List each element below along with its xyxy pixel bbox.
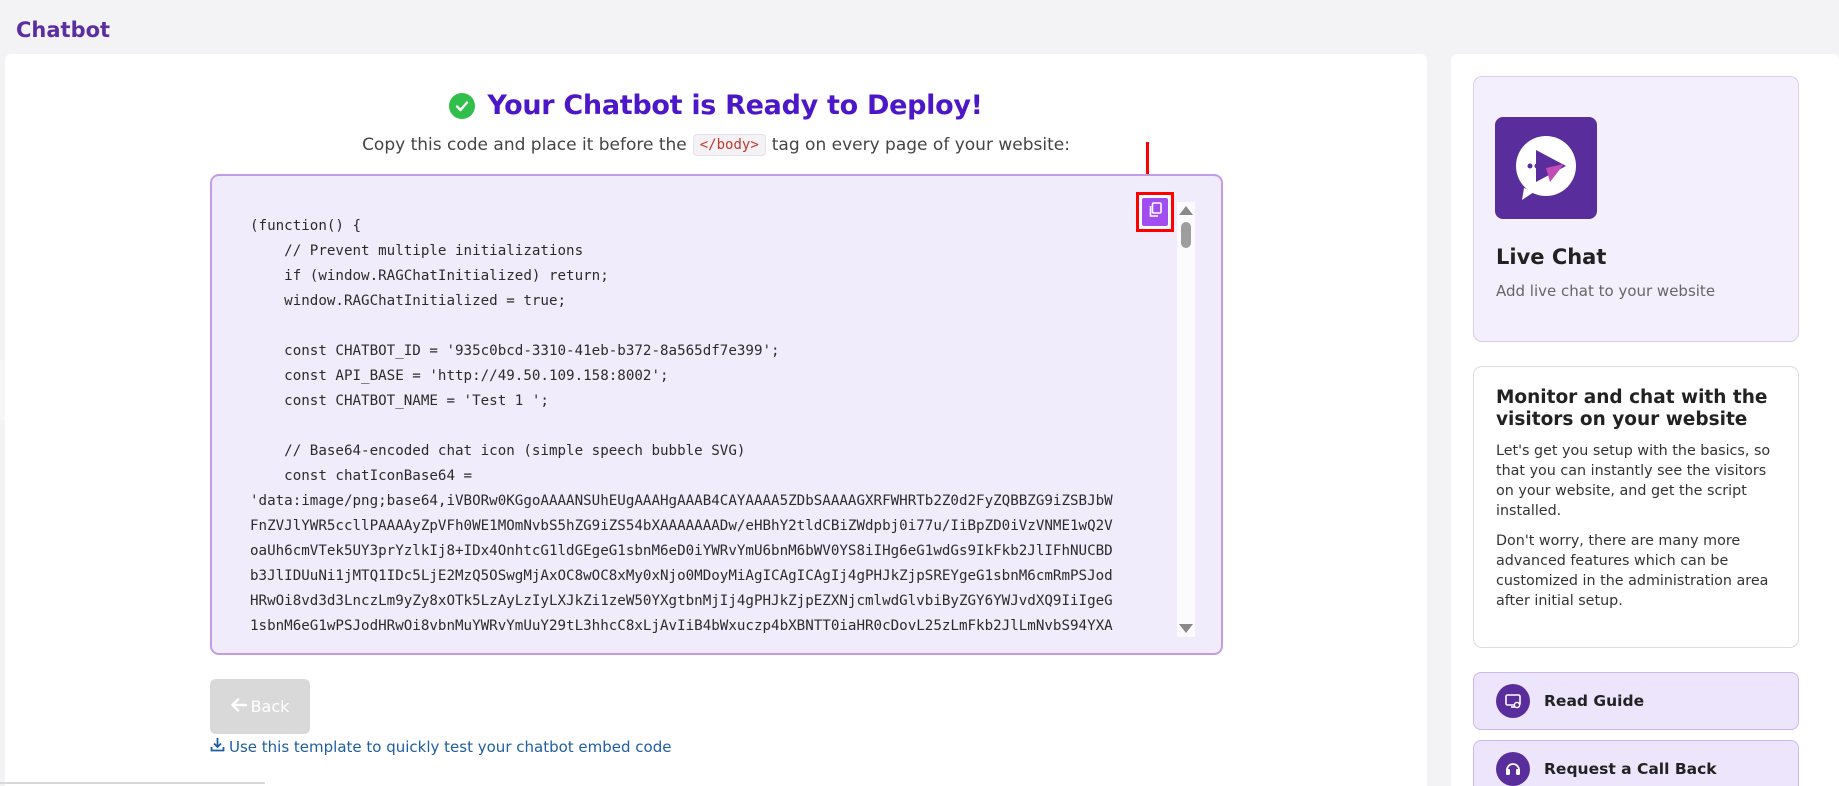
live-chat-description: Add live chat to your website: [1496, 282, 1716, 300]
instruction-text-after: tag on every page of your website:: [771, 135, 1070, 155]
info-title: Monitor and chat with the visitors on yo…: [1496, 387, 1768, 430]
live-chat-card[interactable]: Live Chat Add live chat to your website: [1473, 76, 1799, 342]
template-link-text[interactable]: Use this template to quickly test your c…: [229, 738, 671, 756]
headset-icon: [1496, 752, 1530, 786]
info-paragraph-2: Don't worry, there are many more advance…: [1496, 533, 1769, 609]
scroll-down-arrow-icon[interactable]: [1179, 624, 1193, 633]
request-call-back-button[interactable]: Request a Call Back: [1473, 740, 1799, 786]
info-paragraph-1: Let's get you setup with the basics, so …: [1496, 443, 1771, 519]
scroll-thumb[interactable]: [1181, 222, 1191, 248]
scroll-up-arrow-icon[interactable]: [1179, 206, 1193, 215]
body-tag-code: </body>: [692, 134, 766, 156]
read-guide-label: Read Guide: [1544, 692, 1645, 710]
guide-book-icon: [1496, 684, 1530, 718]
deploy-heading-row: Your Chatbot is Ready to Deploy!: [0, 90, 1432, 121]
embed-code-box[interactable]: (function() { // Prevent multiple initia…: [210, 174, 1223, 655]
copy-code-button[interactable]: [1142, 198, 1168, 226]
back-button[interactable]: Back: [210, 679, 310, 734]
template-test-link[interactable]: Use this template to quickly test your c…: [210, 737, 671, 756]
download-icon: [210, 737, 225, 756]
instruction-text-before: Copy this code and place it before the: [362, 135, 687, 155]
arrow-left-icon: [230, 697, 247, 716]
code-scrollbar[interactable]: [1177, 202, 1195, 637]
monitor-info-card: Monitor and chat with the visitors on yo…: [1473, 366, 1799, 648]
deploy-heading: Your Chatbot is Ready to Deploy!: [487, 90, 983, 121]
read-guide-button[interactable]: Read Guide: [1473, 672, 1799, 730]
check-circle-icon: [449, 92, 476, 119]
bottom-divider: [0, 782, 265, 784]
deploy-instruction: Copy this code and place it before the <…: [0, 134, 1432, 156]
left-edge-divider: [0, 360, 5, 420]
live-chat-title: Live Chat: [1496, 245, 1607, 269]
live-chat-logo-icon: [1495, 117, 1597, 219]
copy-icon: [1148, 202, 1162, 222]
annotation-arrow-shaft: [1146, 142, 1149, 176]
back-button-label: Back: [250, 697, 290, 716]
copy-highlight-box: [1136, 192, 1174, 232]
call-back-label: Request a Call Back: [1544, 760, 1717, 778]
embed-code-text[interactable]: (function() { // Prevent multiple initia…: [250, 214, 1150, 639]
page-title: Chatbot: [16, 18, 111, 42]
